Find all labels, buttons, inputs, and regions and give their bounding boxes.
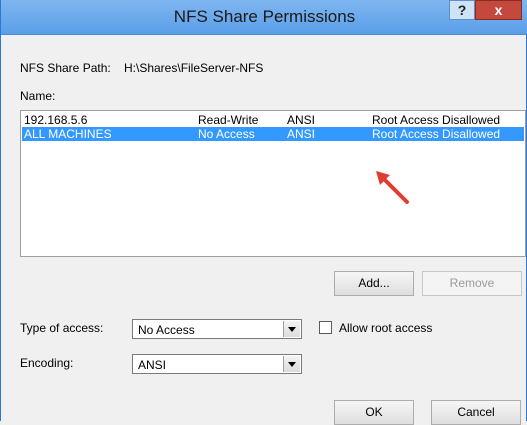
encoding-cell: ANSI: [287, 127, 316, 141]
host-cell: 192.168.5.6: [24, 113, 88, 127]
ok-button[interactable]: OK: [334, 400, 414, 425]
share-path-label: NFS Share Path:: [20, 61, 111, 75]
encoding-select[interactable]: ANSI: [132, 354, 302, 374]
chevron-down-icon[interactable]: [283, 321, 300, 337]
type-of-access-select[interactable]: No Access: [132, 319, 302, 339]
close-button[interactable]: x: [475, 0, 522, 20]
list-item[interactable]: 192.168.5.6 Read-Write ANSI Root Access …: [22, 113, 524, 127]
type-of-access-label: Type of access:: [20, 321, 104, 335]
root-access-cell: Root Access Disallowed: [372, 113, 501, 127]
permissions-list[interactable]: 192.168.5.6 Read-Write ANSI Root Access …: [20, 110, 526, 257]
access-cell: No Access: [198, 127, 255, 141]
add-button[interactable]: Add...: [334, 271, 414, 296]
help-button[interactable]: ?: [449, 0, 475, 20]
share-path-value: H:\Shares\FileServer-NFS: [124, 61, 264, 75]
chevron-down-icon[interactable]: [283, 356, 300, 372]
encoding-label: Encoding:: [20, 356, 74, 370]
remove-button[interactable]: Remove: [422, 271, 522, 296]
red-arrow-icon: [376, 171, 409, 204]
access-cell: Read-Write: [198, 113, 259, 127]
name-label: Name:: [20, 89, 56, 103]
allow-root-access-checkbox[interactable]: [319, 321, 332, 334]
host-cell: ALL MACHINES: [24, 127, 112, 141]
list-item[interactable]: ALL MACHINES No Access ANSI Root Access …: [22, 127, 524, 141]
cancel-button[interactable]: Cancel: [431, 400, 521, 425]
root-access-cell: Root Access Disallowed: [372, 127, 501, 141]
nfs-share-permissions-dialog: NFS Share Permissions ? x NFS Share Path…: [0, 0, 527, 425]
encoding-value: ANSI: [138, 358, 167, 372]
allow-root-access-label: Allow root access: [339, 321, 433, 335]
title-bar: NFS Share Permissions ? x: [1, 0, 527, 35]
encoding-cell: ANSI: [287, 113, 316, 127]
type-of-access-value: No Access: [138, 323, 195, 337]
